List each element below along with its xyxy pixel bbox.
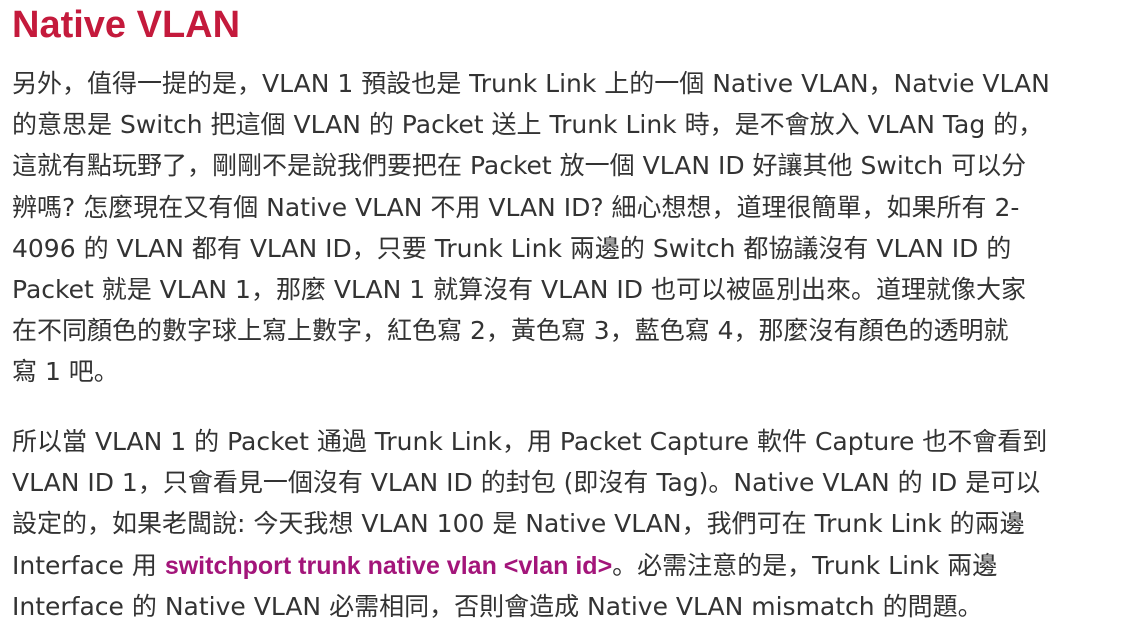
line-suffix-text: 。必需注意的是，Trunk Link 兩邊	[612, 550, 998, 580]
paragraph-line: 所以當 VLAN 1 的 Packet 通過 Trunk Link，用 Pack…	[12, 427, 1048, 456]
article-page: Native VLAN 另外，值得一提的是，VLAN 1 預設也是 Trunk …	[12, 0, 1132, 621]
paragraph-line: Packet 就是 VLAN 1，那麼 VLAN 1 就算沒有 VLAN ID …	[12, 274, 1026, 304]
paragraph-line: VLAN ID 1，只會看見一個沒有 VLAN ID 的封包 (即沒有 Tag)…	[12, 468, 1041, 498]
section-title: Native VLAN	[12, 4, 241, 46]
paragraph-line: 寫 1 吧。	[12, 357, 119, 387]
paragraph-line: 的意思是 Switch 把這個 VLAN 的 Packet 送上 Trunk L…	[12, 110, 1044, 140]
paragraph-line: 這就有點玩野了，剛剛不是說我們要把在 Packet 放一個 VLAN ID 好讓…	[12, 151, 1027, 181]
paragraph-native-vlan-config: 所以當 VLAN 1 的 Packet 通過 Trunk Link，用 Pack…	[12, 421, 1047, 627]
paragraph-line-with-command: Interface 用 switchport trunk native vlan…	[12, 545, 1047, 586]
cli-command-highlight: switchport trunk native vlan <vlan id>	[164, 551, 613, 580]
paragraph-line: 設定的，如果老闆說: 今天我想 VLAN 100 是 Native VLAN，我…	[12, 509, 1025, 539]
paragraph-line: 另外，值得一提的是，VLAN 1 預設也是 Trunk Link 上的一個 Na…	[12, 69, 1050, 98]
paragraph-native-vlan-intro: 另外，值得一提的是，VLAN 1 預設也是 Trunk Link 上的一個 Na…	[12, 63, 1050, 393]
paragraph-line: 在不同顏色的數字球上寫上數字，紅色寫 2，黃色寫 3，藍色寫 4，那麼沒有顏色的…	[12, 316, 1009, 346]
line-prefix-text: Interface 用	[12, 550, 165, 580]
paragraph-line: 4096 的 VLAN 都有 VLAN ID，只要 Trunk Link 兩邊的…	[12, 233, 1012, 263]
paragraph-line: 辨嗎? 怎麼現在又有個 Native VLAN 不用 VLAN ID? 細心想想…	[12, 192, 1020, 222]
paragraph-line: Interface 的 Native VLAN 必需相同，否則會造成 Nativ…	[12, 591, 983, 621]
